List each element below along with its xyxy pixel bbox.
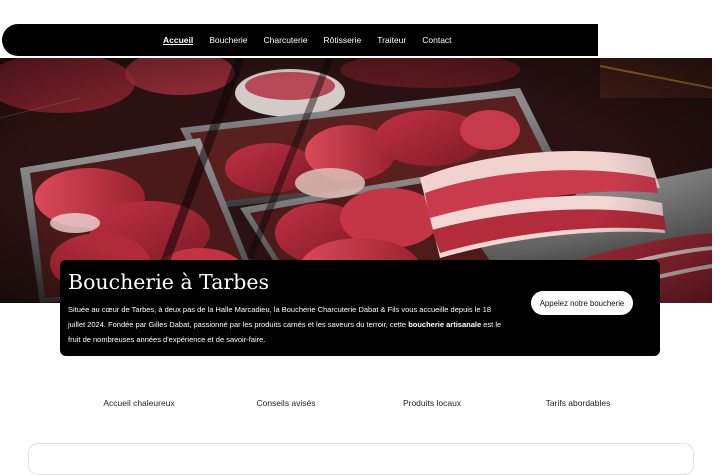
intro-card: Boucherie à Tarbes Située au cœur de Tar… bbox=[60, 260, 660, 356]
nav-item-traiteur[interactable]: Traiteur bbox=[377, 35, 406, 45]
nav-item-contact[interactable]: Contact bbox=[422, 35, 451, 45]
nav-item-charcuterie[interactable]: Charcuterie bbox=[264, 35, 308, 45]
next-section-card bbox=[28, 443, 694, 475]
intro-desc-bold: boucherie artisanale bbox=[408, 320, 482, 329]
call-button[interactable]: Appelez notre boucherie bbox=[531, 291, 633, 315]
feature-produits: Produits locaux bbox=[402, 398, 462, 408]
nav-item-boucherie[interactable]: Boucherie bbox=[209, 35, 247, 45]
feature-tarifs: Tarifs abordables bbox=[545, 398, 611, 408]
feature-conseils: Conseils avisés bbox=[256, 398, 316, 408]
intro-description: Située au cœur de Tarbes, à deux pas de … bbox=[68, 302, 508, 347]
nav-item-rotisserie[interactable]: Rôtisserie bbox=[323, 35, 361, 45]
feature-accueil: Accueil chaleureux bbox=[103, 398, 175, 408]
page-title: Boucherie à Tarbes bbox=[68, 270, 270, 294]
nav-item-accueil[interactable]: Accueil bbox=[163, 35, 193, 45]
nav-links: Accueil Boucherie Charcuterie Rôtisserie… bbox=[163, 24, 452, 56]
main-nav: Accueil Boucherie Charcuterie Rôtisserie… bbox=[2, 24, 598, 56]
